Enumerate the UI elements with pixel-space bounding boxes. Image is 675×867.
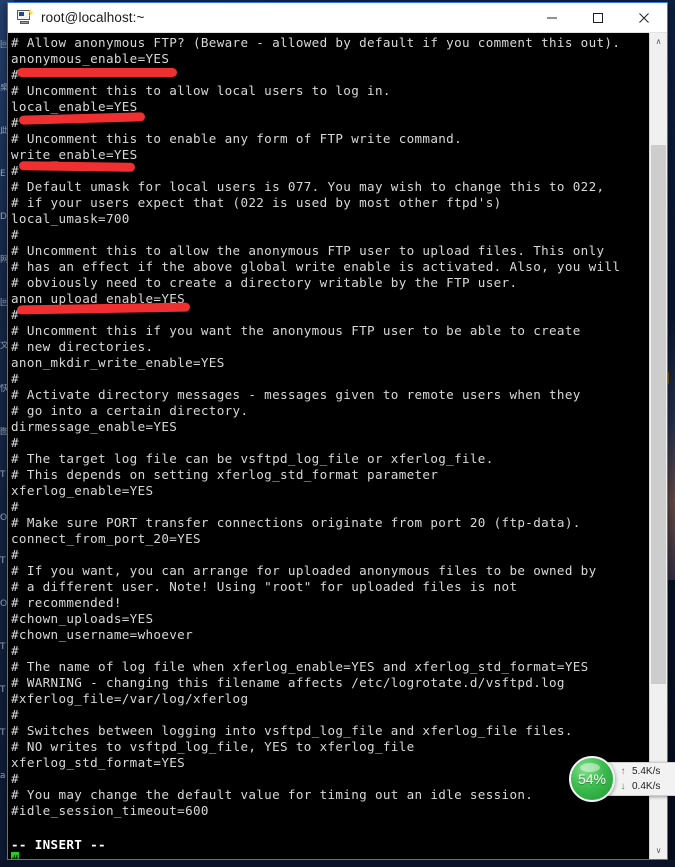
putty-terminal-icon: [16, 8, 34, 27]
vsftpd-conf-text: # Allow anonymous FTP? (Beware - allowed…: [11, 35, 649, 819]
terminal-line: #: [11, 771, 19, 786]
terminal-line: dirmessage_enable=YES: [11, 419, 178, 434]
terminal-line: # Allow anonymous FTP? (Beware - allowed…: [11, 35, 621, 50]
terminal-line: anon_mkdir_write_enable=YES: [11, 355, 225, 370]
download-rate-row: ↓ 0.4K/s: [618, 779, 675, 794]
terminal-line: #: [11, 435, 19, 450]
terminal-line: # The target log file can be vsftpd_log_…: [11, 451, 494, 466]
upload-rate-row: ↑ 5.4K/s: [618, 764, 675, 779]
terminal-line: #: [11, 163, 19, 178]
terminal-line: # Uncomment this to allow the anonymous …: [11, 243, 605, 258]
network-monitor-widget[interactable]: ↑ 5.4K/s ↓ 0.4K/s 54%: [569, 756, 675, 802]
minimize-button[interactable]: [529, 3, 575, 32]
text-cursor: #: [11, 852, 19, 859]
terminal-line: #: [11, 371, 19, 386]
terminal-line: anon_upload_enable=YES: [11, 291, 186, 306]
terminal-line: # This depends on setting xferlog_std_fo…: [11, 467, 439, 482]
terminal-line: # If you want, you can arrange for uploa…: [11, 563, 597, 578]
cpu-usage-ball[interactable]: 54%: [569, 756, 615, 802]
scroll-up-arrow-icon[interactable]: ∧: [650, 33, 667, 50]
terminal-line: # The name of log file when xferlog_enab…: [11, 659, 589, 674]
terminal-line: #: [11, 115, 19, 130]
terminal-line: #: [11, 499, 19, 514]
terminal-line: # Switches between logging into vsftpd_l…: [11, 723, 573, 738]
terminal-line: # recommended!: [11, 595, 122, 610]
terminal-line: # You may change the default value for t…: [11, 787, 534, 802]
scrollbar-track[interactable]: [650, 50, 667, 842]
terminal-line: #chown_username=whoever: [11, 627, 193, 642]
terminal-line: connect_from_port_20=YES: [11, 531, 201, 546]
terminal-line: #: [11, 307, 19, 322]
taskbar-sliver: [0, 860, 675, 867]
terminal-line: # Default umask for local users is 077. …: [11, 179, 605, 194]
vim-editor-viewport[interactable]: # Allow anonymous FTP? (Beware - allowed…: [8, 33, 649, 859]
terminal-body: # Allow anonymous FTP? (Beware - allowed…: [8, 33, 667, 859]
upload-arrow-icon: ↑: [620, 765, 626, 777]
terminal-line: # NO writes to vsftpd_log_file, YES to x…: [11, 739, 415, 754]
maximize-button[interactable]: [575, 3, 621, 32]
terminal-line: #xferlog_file=/var/log/xferlog: [11, 691, 249, 706]
terminal-line: # has an effect if the above global writ…: [11, 259, 621, 274]
terminal-line: #chown_uploads=YES: [11, 611, 154, 626]
scroll-down-arrow-icon[interactable]: ∨: [650, 842, 667, 859]
terminal-line: local_umask=700: [11, 211, 130, 226]
upload-rate-value: 5.4K/s: [632, 766, 661, 777]
terminal-window: root@localhost:~ # Allow anonymous FTP? …: [7, 2, 668, 860]
terminal-line: write_enable=YES: [11, 147, 138, 162]
download-rate-value: 0.4K/s: [632, 781, 661, 792]
terminal-line: # go into a certain directory.: [11, 403, 249, 418]
terminal-line: xferlog_std_format=YES: [11, 755, 186, 770]
window-title: root@localhost:~: [41, 10, 145, 25]
terminal-line: #: [11, 547, 19, 562]
terminal-line: #: [11, 643, 19, 658]
terminal-line: local_enable=YES: [11, 99, 138, 114]
terminal-line: #: [11, 67, 19, 82]
scrollbar-thumb[interactable]: [651, 145, 666, 684]
terminal-line: # obviously need to create a directory w…: [11, 275, 518, 290]
terminal-line: # new directories.: [11, 339, 154, 354]
terminal-line: #: [11, 227, 19, 242]
terminal-line: # Uncomment this to enable any form of F…: [11, 131, 462, 146]
window-titlebar[interactable]: root@localhost:~: [8, 3, 667, 33]
terminal-line: # WARNING - changing this filename affec…: [11, 675, 565, 690]
close-button[interactable]: [621, 3, 667, 32]
vim-status-line: -- INSERT --: [11, 837, 106, 852]
terminal-line: # Make sure PORT transfer connections or…: [11, 515, 581, 530]
window-controls: [529, 3, 667, 32]
terminal-line: #idle_session_timeout=600: [11, 803, 209, 818]
terminal-line: xferlog_enable=YES: [11, 483, 154, 498]
vertical-scrollbar[interactable]: ∧ ∨: [649, 33, 667, 859]
terminal-line: # a different user. Note! Using "root" f…: [11, 579, 518, 594]
cpu-usage-percent: 54%: [577, 771, 607, 787]
terminal-line: #: [11, 707, 19, 722]
terminal-line: # Uncomment this if you want the anonymo…: [11, 323, 581, 338]
download-arrow-icon: ↓: [620, 780, 626, 792]
terminal-line: # Uncomment this to allow local users to…: [11, 83, 391, 98]
terminal-line: # Activate directory messages - messages…: [11, 387, 581, 402]
terminal-line: anonymous_enable=YES: [11, 51, 170, 66]
terminal-line: # if your users expect that (022 is used…: [11, 195, 502, 210]
